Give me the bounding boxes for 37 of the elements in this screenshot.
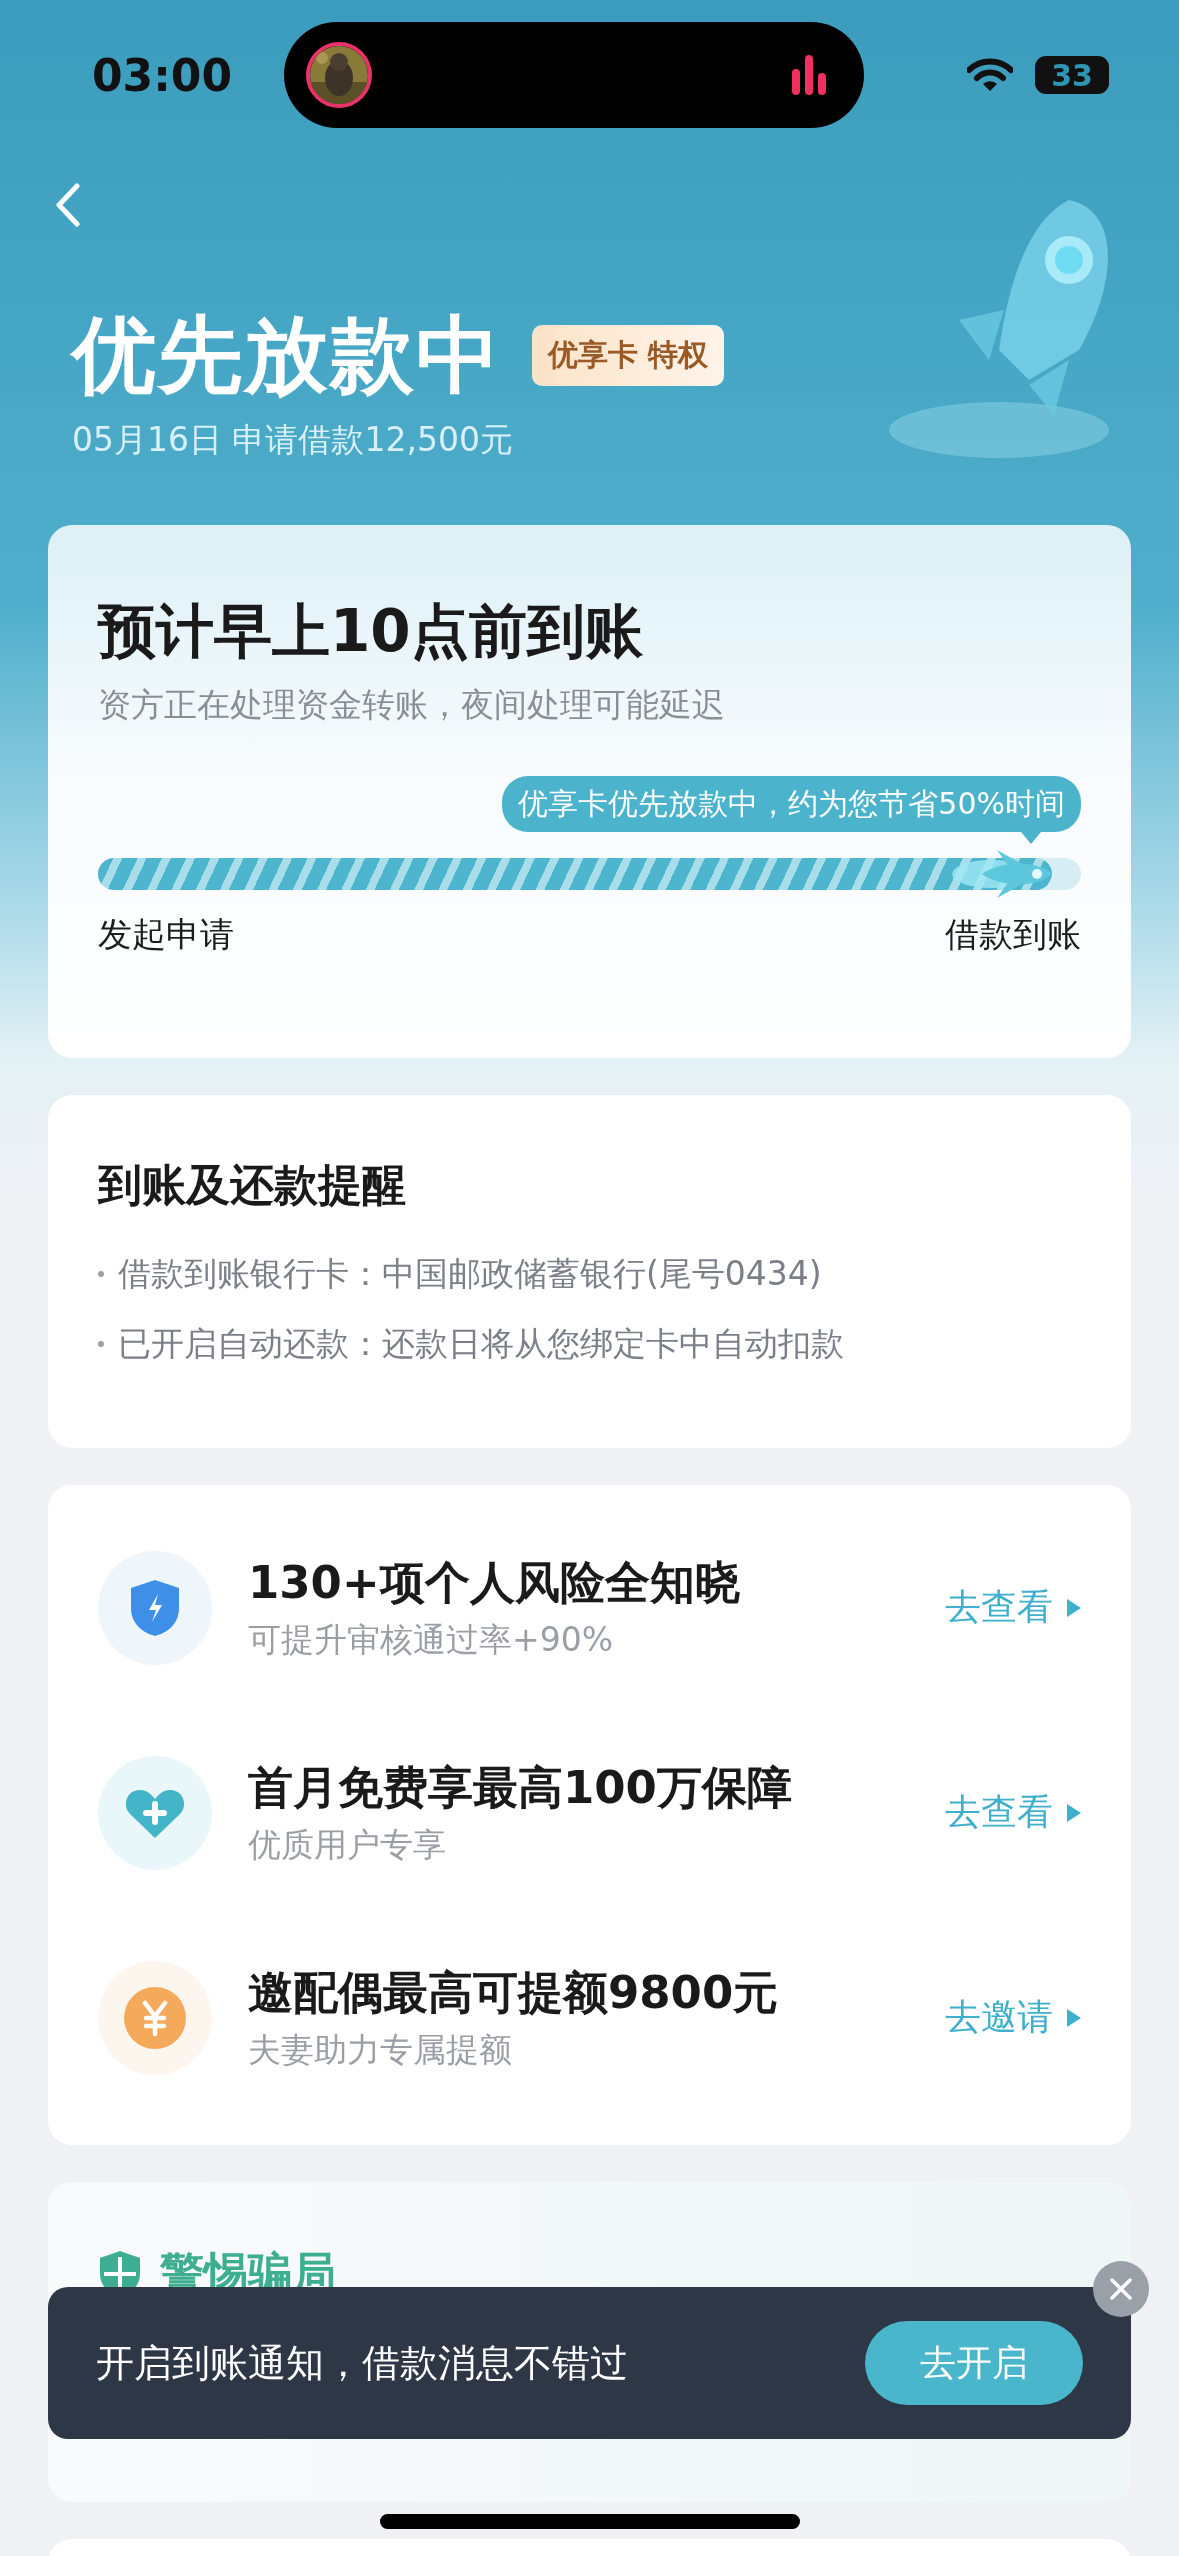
audio-bars-icon [792,55,826,95]
bullet-icon [98,1341,104,1347]
close-button[interactable] [1093,2261,1149,2317]
shield-icon [129,1577,181,1638]
toast-message: 开启到账通知，借款消息不错过 [96,2339,628,2387]
coin-icon [123,1985,187,2050]
tooltip-pointer-icon [1021,832,1041,844]
offer-link[interactable]: 去查看 [945,1788,1081,1837]
caret-icon [1067,1803,1081,1822]
application-info: 05月16日 申请借款12,500元 [72,419,514,461]
caret-icon [1067,2008,1081,2027]
offer-title: 130+项个人风险全知晓 [248,1555,741,1611]
reminder-title: 到账及还款提醒 [98,1158,407,1212]
tooltip: 优享卡优先放款中，约为您节省50%时间 [502,776,1081,832]
battery-icon: 33 [1035,56,1109,94]
arrival-description: 资方正在处理资金转账，夜间处理可能延迟 [98,684,726,726]
reminder-text: 借款到账银行卡：中国邮政储蓄银行(尾号0434) [118,1252,822,1295]
start-label: 发起申请 [98,913,234,956]
bullet-icon [98,1271,104,1277]
end-label: 借款到账 [945,913,1081,956]
offer-link[interactable]: 去邀请 [945,1993,1081,2042]
arrival-title: 预计早上10点前到账 [98,596,644,667]
offer-subtitle: 可提升审核通过率+90% [248,1619,614,1661]
enable-button[interactable]: 去开启 [865,2321,1083,2405]
offer-subtitle: 优质用户专享 [248,1824,447,1866]
page-title: 优先放款中 [72,305,502,406]
back-icon [56,183,80,227]
privilege-badge: 优享卡 特权 [532,324,725,386]
offer-link[interactable]: 去查看 [945,1583,1081,1632]
offer-subtitle: 夫妻助力专属提额 [248,2029,513,2071]
status-time: 03:00 [92,49,234,101]
wifi-icon [967,58,1013,92]
reminder-text: 已开启自动还款：还款日将从您绑定卡中自动扣款 [118,1322,844,1365]
offer-title: 邀配偶最高可提额9800元 [248,1965,780,2021]
close-icon [1109,2277,1133,2301]
caret-icon [1067,1598,1081,1617]
offer-title: 首月免费享最高100万保障 [248,1760,793,1816]
